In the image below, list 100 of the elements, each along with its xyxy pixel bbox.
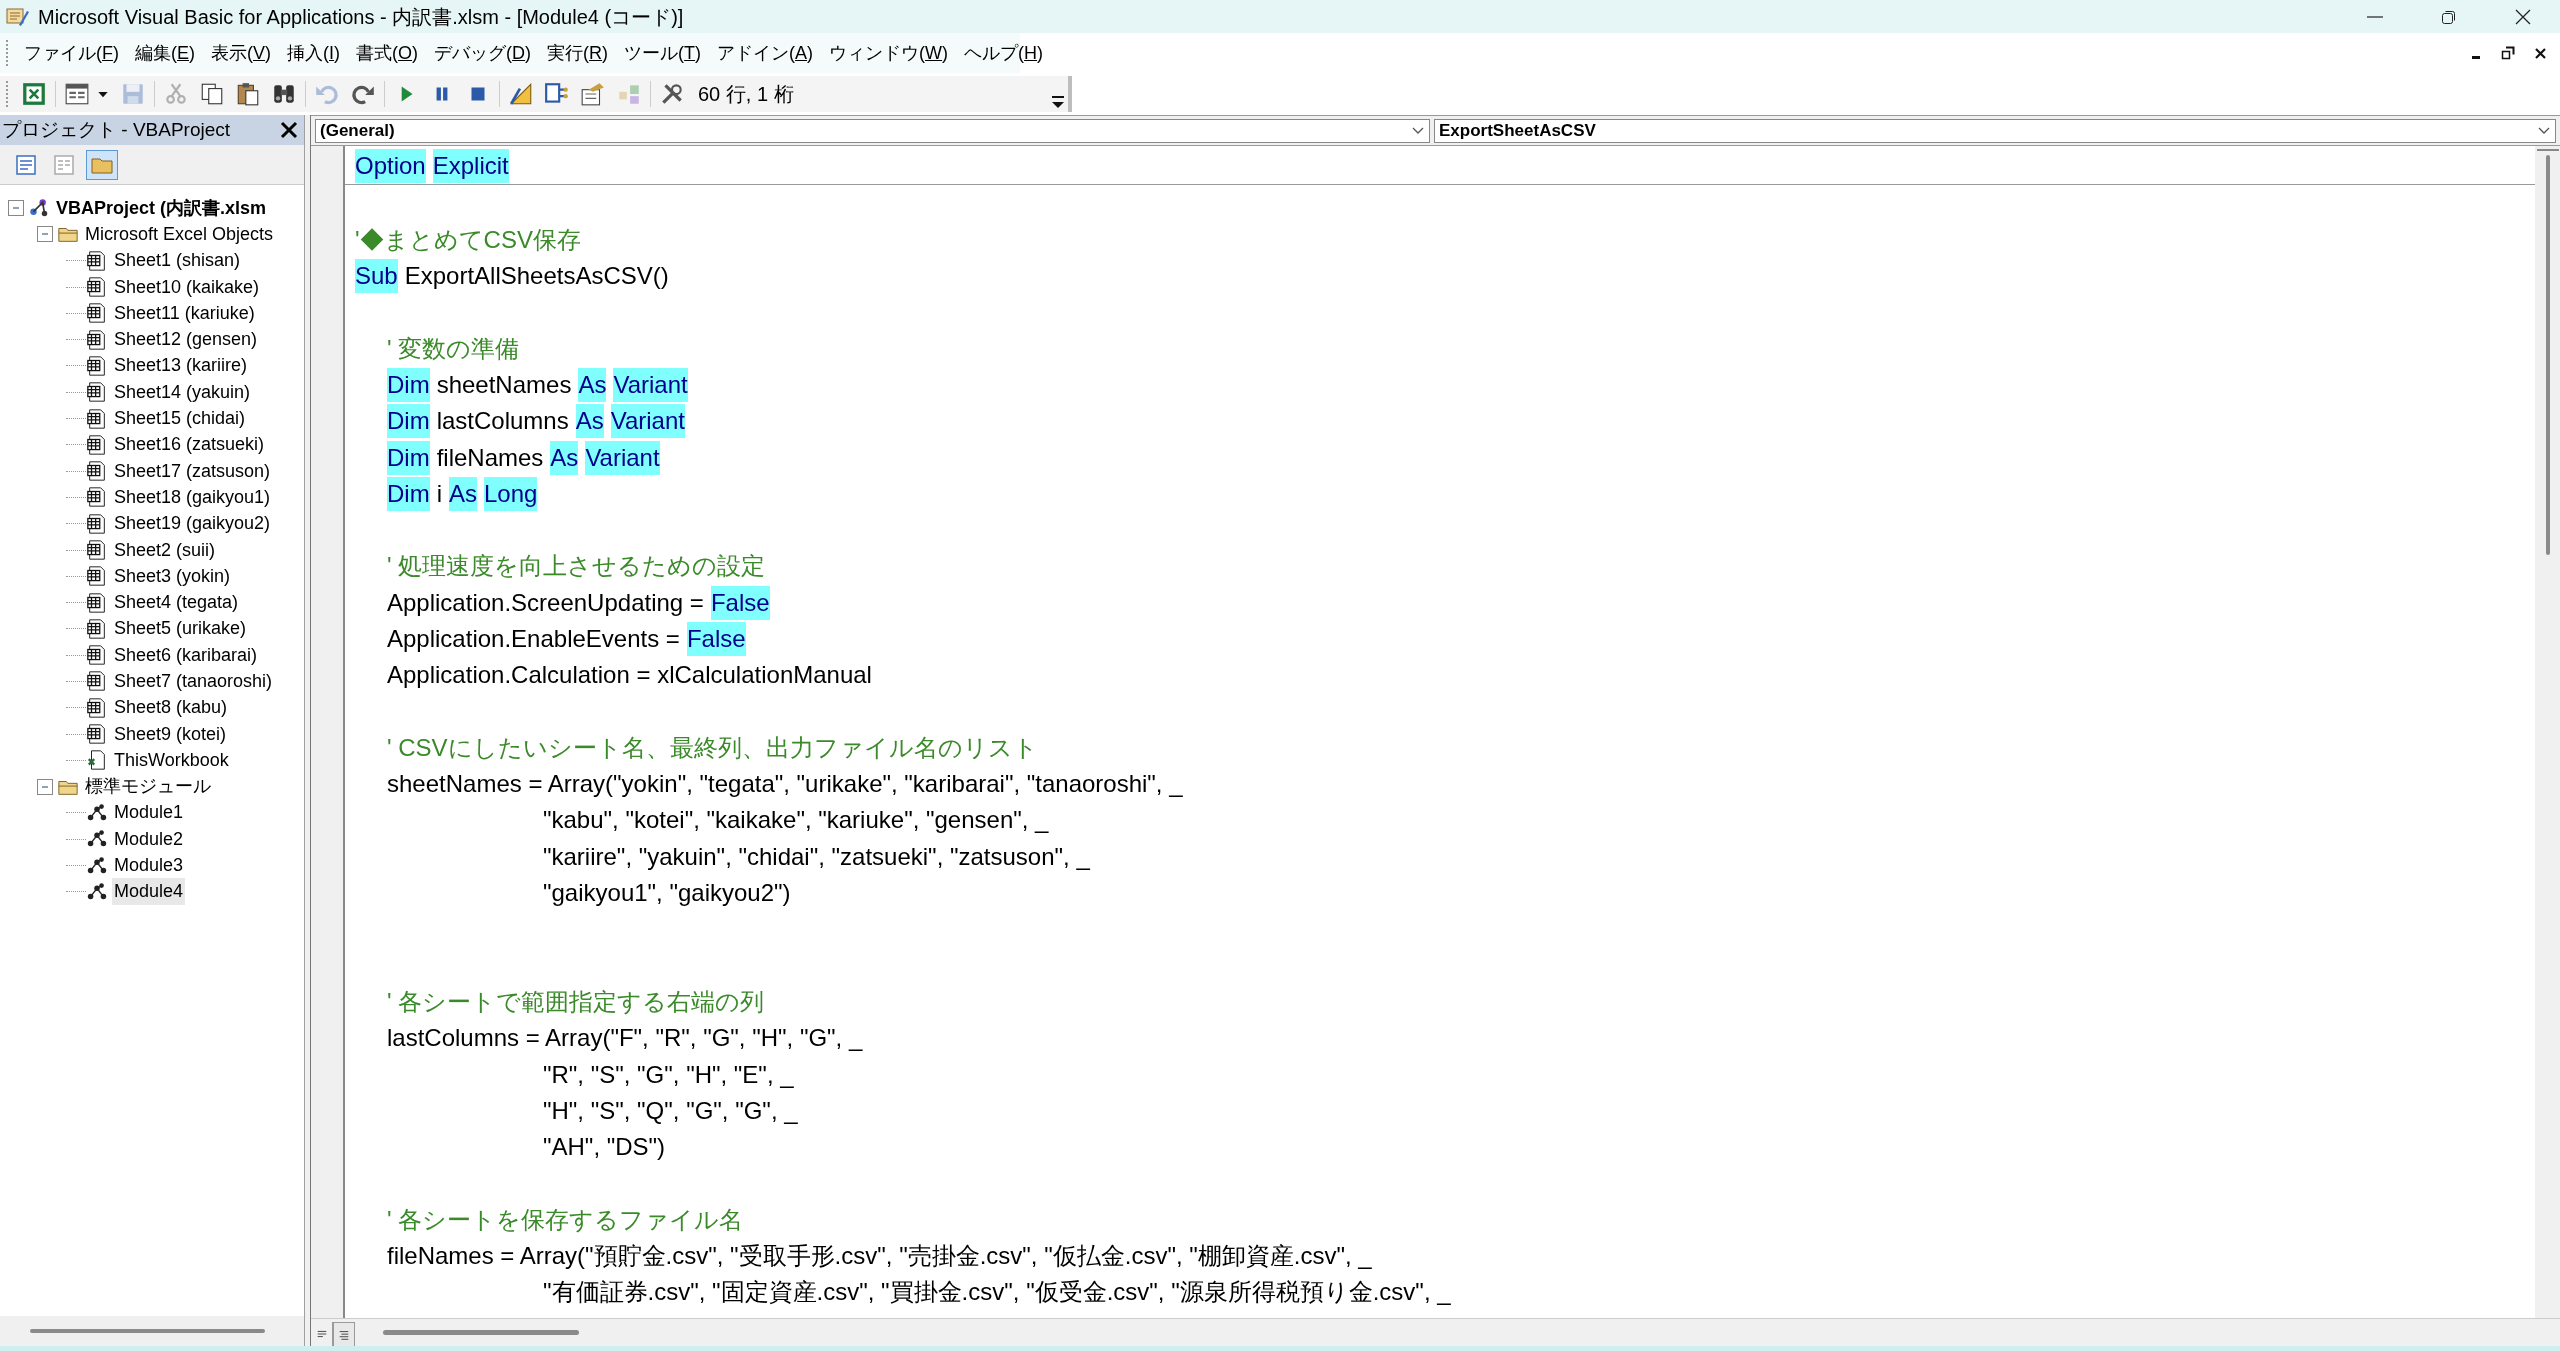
code-text: "有価証券.csv", "固定資産.csv", "買掛金.csv", "仮受金.csv", "源泉所得税預り金.csv", _ [543, 1277, 1451, 1308]
code-text: Application.ScreenUpdating = [387, 587, 704, 618]
tree-item[interactable]: Sheet15 (chidai) [112, 405, 248, 433]
collapse-toggle[interactable] [37, 226, 53, 243]
module-view-button[interactable] [333, 1322, 355, 1346]
collapse-toggle[interactable] [8, 200, 24, 217]
menu-item[interactable]: 表示(V) [205, 38, 278, 68]
tree-item[interactable]: Sheet3 (yokin) [112, 562, 233, 590]
menu-item[interactable]: ウィンドウ(W) [823, 38, 955, 68]
scrollbar-thumb[interactable] [2545, 155, 2550, 555]
properties-icon[interactable] [580, 81, 606, 107]
code-comment: ' 処理速度を向上させるための設定 [387, 551, 766, 582]
copy-icon[interactable] [199, 81, 225, 107]
tree-item[interactable]: Sheet6 (karibarai) [112, 641, 260, 669]
menu-item[interactable]: ファイル(F) [18, 38, 125, 68]
procedure-view-icon [315, 1328, 328, 1340]
keyword-token: Dim [387, 404, 430, 439]
keyword-token: As [550, 440, 579, 475]
worksheet-icon [86, 723, 108, 746]
tree-item[interactable]: 標準モジュール [83, 773, 213, 801]
worksheet-icon [86, 512, 108, 535]
keyword-token: False [710, 585, 770, 620]
tree-item[interactable]: Sheet7 (tanaoroshi) [112, 668, 275, 695]
code-text: "kariire", "yakuin", "chidai", "zatsueki", "zatsuson", _ [543, 841, 1090, 872]
scrollbar-thumb[interactable] [30, 1329, 265, 1333]
minimize-icon [2472, 55, 2480, 59]
userform-icon[interactable] [64, 81, 90, 107]
tree-item[interactable]: Microsoft Excel Objects [83, 220, 276, 248]
chevron-down-icon [2537, 125, 2551, 136]
tree-item[interactable]: Module3 [112, 852, 186, 880]
excel-icon[interactable] [21, 81, 47, 107]
tree-item[interactable]: Module2 [112, 825, 186, 853]
code-comment: ' 変数の準備 [387, 333, 520, 364]
code-text: i [436, 478, 442, 509]
tree-item[interactable]: Sheet17 (zatsuson) [112, 457, 273, 485]
keyword-token: Explicit [432, 149, 509, 184]
code-text: fileNames = Array("預貯金.csv", "受取手形.csv", "売掛金.csv", "仮払金.csv", "棚卸資産.csv", _ [387, 1241, 1372, 1272]
worksheet-icon [86, 433, 108, 456]
collapse-toggle[interactable] [37, 778, 53, 795]
tree-item[interactable]: VBAProject (内訳書.xlsm [54, 194, 269, 222]
tree-item[interactable]: Sheet5 (urikake) [112, 615, 249, 643]
tree-item[interactable]: Module4 [112, 878, 186, 906]
clipboard-icon[interactable] [235, 81, 261, 107]
tree-item[interactable]: Sheet11 (kariuke) [112, 299, 257, 327]
ruler-icon[interactable] [508, 81, 534, 107]
panel-title: プロジェクト - VBAProject [2, 117, 232, 142]
tree-item[interactable]: Sheet1 (shisan) [112, 247, 243, 275]
view-object-icon [52, 152, 76, 177]
keyword-token: Variant [610, 404, 685, 439]
keyword-token: Long [484, 476, 538, 511]
worksheet-icon [86, 696, 108, 719]
tree-item[interactable]: Sheet12 (gensen) [112, 326, 260, 354]
keyword-token: As [575, 404, 604, 439]
tree-item[interactable]: Sheet4 (tegata) [112, 589, 241, 617]
menu-item[interactable]: 書式(O) [350, 38, 425, 68]
toolbar-button[interactable] [86, 149, 118, 180]
menu-item[interactable]: 編集(E) [129, 38, 201, 68]
keyword-token: Option [355, 149, 426, 184]
worksheet-icon [86, 249, 108, 272]
tree-item[interactable]: Module1 [112, 799, 186, 827]
close-icon [2514, 7, 2532, 26]
code-text: Application.EnableEvents = [387, 624, 680, 654]
tree-item[interactable]: Sheet13 (kariire) [112, 352, 250, 380]
tree-item[interactable]: Sheet16 (zatsueki) [112, 431, 267, 459]
menu-item[interactable]: アドイン(A) [711, 38, 820, 68]
tree-item[interactable]: Sheet18 (gaikyou1) [112, 483, 273, 511]
restore-icon [2501, 46, 2515, 60]
tree-item[interactable]: Sheet9 (kotei) [112, 720, 229, 748]
code-text: "gaikyou1", "gaikyou2") [543, 878, 791, 909]
keyword-token: False [686, 622, 746, 656]
keyword-token: Dim [387, 367, 430, 402]
worksheet-icon [86, 539, 108, 561]
menu-item[interactable]: ヘルプ(H) [958, 38, 1050, 68]
wrench-icon[interactable] [659, 81, 685, 107]
worksheet-icon [86, 354, 108, 377]
code-text: "H", "S", "Q", "G", "G", _ [543, 1095, 798, 1126]
procedure-dropdown[interactable]: ExportSheetAsCSV [1434, 118, 2556, 143]
menu-item[interactable]: 挿入(I) [281, 38, 347, 68]
menu-item[interactable]: ツール(T) [618, 38, 708, 68]
object-dropdown[interactable]: (General) [315, 118, 1430, 143]
tree-item[interactable]: Sheet10 (kaikake) [112, 273, 262, 301]
code-text: "R", "S", "G", "H", "E", _ [543, 1059, 794, 1090]
scrollbar-thumb[interactable] [383, 1330, 579, 1335]
tree-item[interactable]: ThisWorkbook [112, 746, 231, 774]
worksheet-icon [86, 460, 108, 483]
keyword-token: Sub [355, 259, 398, 294]
code-comment: '◆まとめてCSV保存 [355, 224, 581, 255]
worksheet-icon [86, 407, 108, 430]
tree-item[interactable]: Sheet19 (gaikyou2) [112, 510, 273, 538]
tree-item[interactable]: Sheet2 (suii) [112, 536, 218, 564]
workbook-icon [86, 749, 108, 772]
worksheet-icon [86, 381, 108, 404]
module-view-icon [338, 1328, 350, 1341]
tree-item[interactable]: Sheet8 (kabu) [112, 694, 230, 722]
menu-item[interactable]: 実行(R) [541, 38, 615, 68]
code-text: sheetNames = Array("yokin", "tegata", "urikake", "karibarai", "tanaoroshi", _ [387, 769, 1183, 800]
restore-icon [2441, 8, 2457, 25]
minimize-icon [2367, 15, 2383, 18]
tree-item[interactable]: Sheet14 (yakuin) [112, 378, 253, 406]
menu-item[interactable]: デバッグ(D) [428, 38, 538, 68]
